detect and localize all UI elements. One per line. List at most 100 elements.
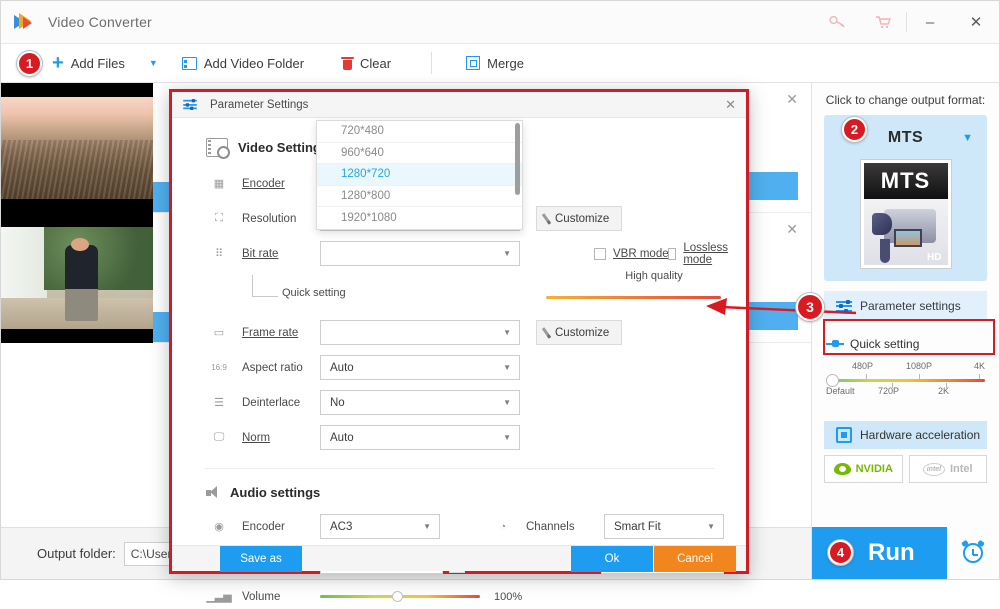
chevron-down-icon[interactable]: ▼ bbox=[962, 132, 973, 144]
resolution-label: Resolution bbox=[242, 212, 297, 225]
intel-button[interactable]: intel Intel bbox=[908, 455, 987, 483]
video-thumbnail bbox=[1, 83, 153, 213]
nvidia-button[interactable]: NVIDIA bbox=[824, 455, 903, 483]
plus-icon: + bbox=[52, 52, 64, 74]
add-video-folder-button[interactable]: Add Video Folder bbox=[172, 44, 314, 82]
channels-select[interactable]: Smart Fit ▼ bbox=[604, 514, 724, 539]
app-title: Video Converter bbox=[48, 14, 152, 30]
clear-button[interactable]: Clear bbox=[332, 44, 401, 82]
app-logo-icon bbox=[14, 11, 36, 33]
list-item[interactable]: 1920*1080 bbox=[317, 207, 522, 229]
encoder-icon: ▦ bbox=[213, 178, 225, 190]
dialog-close-button[interactable]: ✕ bbox=[725, 97, 736, 113]
toolbar: 1 + Add Files ▼ Add Video Folder Clear M… bbox=[1, 44, 999, 83]
deinterlace-select[interactable]: No ▼ bbox=[320, 390, 520, 415]
bitrate-select[interactable]: ▼ bbox=[320, 241, 520, 266]
volume-knob[interactable] bbox=[392, 591, 403, 602]
resolution-icon: ⛶ bbox=[215, 212, 223, 224]
bitrate-label: Bit rate bbox=[242, 247, 279, 260]
step-badge-4: 4 bbox=[828, 540, 853, 565]
trash-icon bbox=[341, 56, 355, 70]
high-quality-label: High quality bbox=[625, 270, 683, 282]
channels-label: Channels bbox=[526, 520, 575, 533]
chevron-down-icon: ▼ bbox=[707, 522, 715, 531]
sliders-icon bbox=[183, 98, 197, 111]
step-badge-1: 1 bbox=[17, 50, 42, 76]
dialog-title-bar: Parameter Settings ✕ bbox=[172, 92, 746, 118]
slider-icon bbox=[826, 339, 844, 349]
norm-icon: 🖵 bbox=[213, 431, 225, 443]
add-files-button[interactable]: + Add Files bbox=[42, 44, 135, 82]
deinterlace-value: No bbox=[330, 396, 345, 409]
chevron-down-icon: ▼ bbox=[503, 363, 511, 372]
hardware-acceleration-label: Hardware acceleration bbox=[860, 428, 981, 442]
merge-icon bbox=[466, 56, 481, 70]
chevron-down-icon: ▼ bbox=[503, 249, 511, 258]
norm-label: Norm bbox=[242, 431, 271, 444]
checkbox-box bbox=[594, 247, 606, 260]
aspect-ratio-icon: 16:9 bbox=[211, 363, 227, 372]
framerate-customize-button[interactable]: Customize bbox=[536, 320, 623, 345]
annotation-arrow bbox=[701, 296, 861, 326]
list-item[interactable]: 960*640 bbox=[317, 143, 522, 164]
framerate-row: ▭ Frame rate ▼ Customize bbox=[194, 320, 724, 345]
norm-select[interactable]: Auto ▼ bbox=[320, 425, 520, 450]
output-format-box[interactable]: 2 MTS ▼ MTS HD bbox=[824, 115, 987, 281]
audio-encoder-select[interactable]: AC3 ▼ bbox=[320, 514, 440, 539]
lossless-mode-checkbox[interactable]: Lossless mode bbox=[668, 242, 732, 266]
quick-setting-header: Quick setting bbox=[826, 337, 999, 351]
list-item-selected[interactable]: 1280*720 bbox=[317, 164, 522, 186]
slider-label-default: Default bbox=[826, 386, 855, 396]
encoder-label: Encoder bbox=[242, 177, 285, 190]
vbr-mode-checkbox[interactable]: VBR mode bbox=[594, 247, 669, 260]
save-as-button[interactable]: Save as bbox=[220, 545, 302, 572]
hd-label: HD bbox=[927, 252, 942, 263]
step-badge-3: 3 bbox=[796, 293, 824, 321]
key-icon[interactable] bbox=[814, 1, 860, 44]
dropdown-scrollbar[interactable] bbox=[515, 123, 520, 195]
deinterlace-icon: ☰ bbox=[214, 397, 224, 409]
norm-value: Auto bbox=[330, 431, 354, 444]
deinterlace-row: ☰ Deinterlace No ▼ bbox=[194, 390, 724, 415]
remove-file-icon[interactable]: ✕ bbox=[786, 91, 798, 108]
slider-label-1080p: 1080P bbox=[906, 361, 933, 371]
resolution-customize-label: Customize bbox=[555, 212, 610, 225]
minimize-button[interactable]: – bbox=[907, 1, 953, 44]
resolution-customize-button[interactable]: Customize bbox=[536, 206, 623, 231]
cart-icon[interactable] bbox=[860, 1, 906, 44]
run-label: Run bbox=[868, 539, 915, 566]
intel-label: Intel bbox=[949, 463, 973, 475]
resolution-dropdown-list[interactable]: 720*480 960*640 1280*720 1280*800 1920*1… bbox=[316, 120, 523, 230]
dialog-title: Parameter Settings bbox=[210, 98, 309, 111]
remove-file-icon[interactable]: ✕ bbox=[786, 221, 798, 238]
schedule-button[interactable] bbox=[947, 527, 999, 579]
add-files-dropdown-icon[interactable]: ▼ bbox=[135, 58, 172, 68]
dialog-footer: Save as Ok Cancel bbox=[172, 545, 746, 572]
folder-icon bbox=[181, 56, 197, 70]
parameter-settings-label: Parameter settings bbox=[860, 299, 961, 313]
close-button[interactable]: ✕ bbox=[953, 1, 999, 44]
quality-slider-track[interactable] bbox=[546, 296, 721, 299]
ok-button[interactable]: Ok bbox=[571, 545, 653, 572]
chevron-down-icon: ▼ bbox=[503, 398, 511, 407]
list-item[interactable]: 720*480 bbox=[317, 121, 522, 143]
norm-row: 🖵 Norm Auto ▼ bbox=[194, 425, 724, 450]
audio-encoder-icon: ◉ bbox=[214, 521, 224, 533]
format-name: MTS bbox=[887, 129, 924, 146]
audio-encoder-value: AC3 bbox=[330, 520, 353, 533]
toolbar-divider bbox=[431, 52, 433, 74]
framerate-select[interactable]: ▼ bbox=[320, 320, 520, 345]
merge-button[interactable]: Merge bbox=[456, 44, 534, 82]
volume-slider[interactable] bbox=[320, 591, 480, 602]
aspect-ratio-select[interactable]: Auto ▼ bbox=[320, 355, 520, 380]
alarm-clock-icon bbox=[961, 539, 985, 563]
run-button[interactable]: 4 Run bbox=[812, 527, 947, 579]
channels-icon: ◔ bbox=[499, 520, 507, 533]
chevron-down-icon: ▼ bbox=[503, 433, 511, 442]
cancel-button[interactable]: Cancel bbox=[654, 545, 736, 572]
slider-label-720p: 720P bbox=[878, 386, 900, 396]
film-gear-icon bbox=[206, 138, 230, 159]
quality-slider[interactable]: 480P 1080P 4K Default 720P 2K bbox=[826, 361, 985, 407]
hardware-acceleration-button[interactable]: Hardware acceleration bbox=[824, 421, 987, 449]
list-item[interactable]: 1280*800 bbox=[317, 186, 522, 207]
